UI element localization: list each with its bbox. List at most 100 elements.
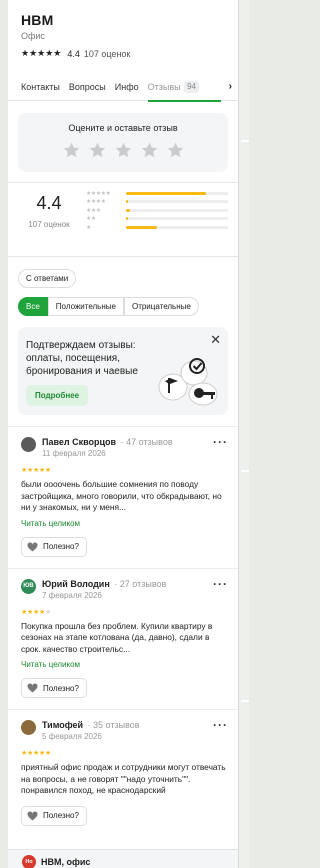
chevron-right-icon[interactable]: ›	[229, 73, 232, 101]
map-road	[241, 140, 249, 142]
bar-fill-4	[126, 200, 129, 204]
promo-details-button[interactable]: Подробнее	[26, 385, 89, 406]
place-title: НВМ	[21, 12, 54, 28]
review-item: Тимофей · 35 отзывов 5 февраля 2026 ··· …	[8, 709, 238, 826]
verified-reviews-promo: Подтверждаем отзывы: оплаты, посещения, …	[18, 327, 228, 415]
tab-info[interactable]: Инфо	[115, 73, 139, 101]
review-filters: Все Положительные Отрицательные	[18, 297, 238, 316]
place-header: НВМ Офис ★★★★★ 4.4 107 оценок	[8, 0, 238, 59]
star-icon[interactable]	[140, 141, 159, 160]
place-category: Офис	[21, 31, 45, 41]
star-icon[interactable]	[88, 141, 107, 160]
promo-illustration-icon	[158, 358, 218, 406]
filter-positive[interactable]: Положительные	[47, 297, 124, 316]
map-background[interactable]	[238, 0, 249, 868]
read-more-link[interactable]: Читать целиком	[21, 660, 228, 669]
more-options-icon[interactable]: ···	[213, 718, 228, 732]
tab-contacts[interactable]: Контакты	[21, 73, 60, 101]
review-author-count: · 27 отзывов	[114, 578, 167, 589]
promo-text: Подтверждаем отзывы: оплаты, посещения, …	[26, 340, 138, 377]
star-icon[interactable]	[114, 141, 133, 160]
useful-button[interactable]: Полезно?	[21, 536, 87, 557]
review-header: Павел Скворцов · 47 отзывов 11 февраля 2…	[21, 437, 228, 458]
read-more-link[interactable]: Читать целиком	[21, 519, 228, 528]
mini-card-title: НВМ, офис	[41, 856, 91, 867]
summary-count: 107 оценок	[28, 220, 70, 229]
rating-stars-icon: ★★★★★	[21, 48, 62, 58]
review-author[interactable]: Павел Скворцов · 47 отзывов	[42, 437, 173, 447]
more-options-icon[interactable]: ···	[213, 577, 228, 591]
rating-summary: 4.4 107 оценок ★★★★★ ★★★★ ★★★ ★★ ★	[8, 182, 238, 257]
useful-label: Полезно?	[43, 542, 79, 551]
review-author-name: Павел Скворцов	[42, 437, 117, 447]
review-author-name: Юрий Володин	[42, 578, 110, 589]
useful-label: Полезно?	[43, 683, 79, 693]
review-stars-icon: ★★★★★	[21, 608, 51, 616]
useful-button[interactable]: Полезно?	[21, 678, 87, 698]
bar-fill-5	[126, 191, 206, 195]
review-header: Тимофей · 35 отзывов 5 февраля 2026	[21, 720, 228, 741]
distribution-row-2: ★★	[86, 215, 228, 224]
bar-fill-2	[126, 217, 129, 221]
rating-line[interactable]: ★★★★★ 4.4 107 оценок	[21, 48, 226, 59]
useful-label: Полезно?	[43, 811, 79, 820]
avatar[interactable]	[21, 437, 36, 452]
stars-4-icon: ★★★★	[86, 199, 106, 206]
review-text: Покупка прошла без проблем. Купили кварт…	[21, 620, 213, 654]
heart-icon	[27, 541, 38, 552]
heart-icon	[27, 683, 38, 693]
review-date: 7 февраля 2026	[42, 590, 102, 600]
review-stars-icon: ★★★★★	[21, 750, 51, 757]
filter-all[interactable]: Все	[18, 297, 48, 316]
close-icon[interactable]: ✕	[210, 333, 221, 346]
review-date: 5 февраля 2026	[42, 732, 102, 741]
review-author[interactable]: Юрий Володин · 27 отзывов	[42, 579, 166, 589]
tab-reviews-label: Отзывы	[147, 81, 181, 92]
summary-left: 4.4 107 оценок	[18, 183, 80, 256]
review-item: Павел Скворцов · 47 отзывов 11 февраля 2…	[8, 426, 238, 557]
distribution-row-1: ★	[86, 223, 228, 232]
distribution-row-3: ★★★	[86, 206, 228, 215]
distribution-row-5: ★★★★★	[86, 189, 228, 198]
stars-3-icon: ★★★	[86, 207, 101, 214]
stars-5-icon: ★★★★★	[86, 190, 111, 197]
review-text: были оооочень большие сомнения по поводу…	[21, 479, 222, 512]
bar-fill-3	[126, 208, 131, 212]
tab-reviews[interactable]: Отзывы 94	[147, 73, 222, 102]
tabs-bar: Контакты Вопросы Инфо Отзывы 94 ›	[8, 73, 238, 102]
rate-prompt-title: Оцените и оставьте отзыв	[68, 123, 178, 133]
distribution-row-4: ★★★★	[86, 198, 228, 207]
with-answers-chip[interactable]: С ответами	[18, 269, 77, 288]
review-item: ЮВ Юрий Володин · 27 отзывов 7 февраля 2…	[8, 567, 238, 698]
useful-button[interactable]: Полезно?	[21, 805, 87, 826]
mini-place-card[interactable]: Но НВМ, офис	[8, 849, 238, 868]
place-logo: Но	[22, 854, 36, 868]
tab-questions[interactable]: Вопросы	[69, 73, 106, 101]
review-author-name: Тимофей	[42, 720, 84, 730]
star-icon[interactable]	[166, 141, 185, 160]
more-options-icon[interactable]: ···	[213, 435, 228, 449]
star-icon[interactable]	[62, 141, 81, 160]
review-author-count: · 35 отзывов	[87, 720, 140, 730]
heart-icon	[27, 810, 38, 821]
place-card-panel: НВМ Офис ★★★★★ 4.4 107 оценок Контакты В…	[8, 0, 238, 868]
review-header: ЮВ Юрий Володин · 27 отзывов 7 февраля 2…	[21, 578, 228, 600]
review-author-count: · 47 отзывов	[120, 437, 173, 447]
review-text: приятный офис продаж и сотрудники могут …	[21, 762, 226, 795]
avatar[interactable]: ЮВ	[21, 578, 36, 594]
review-author[interactable]: Тимофей · 35 отзывов	[42, 720, 140, 730]
review-stars-icon: ★★★★★	[21, 467, 51, 474]
rating-distribution: ★★★★★ ★★★★ ★★★ ★★ ★	[80, 183, 228, 256]
avatar[interactable]	[21, 720, 36, 735]
tab-reviews-badge: 94	[184, 81, 199, 94]
rate-prompt-box: Оцените и оставьте отзыв	[18, 113, 228, 172]
stars-1-icon: ★	[86, 224, 91, 231]
filter-negative[interactable]: Отрицательные	[123, 297, 199, 316]
review-date: 11 февраля 2026	[42, 449, 106, 458]
rate-stars	[18, 141, 228, 160]
rating-count: 107 оценок	[83, 48, 131, 59]
avatar-initials: ЮВ	[23, 583, 34, 589]
summary-rating: 4.4	[36, 193, 62, 213]
rating-value: 4.4	[67, 48, 80, 59]
stars-2-icon: ★★	[86, 216, 96, 223]
